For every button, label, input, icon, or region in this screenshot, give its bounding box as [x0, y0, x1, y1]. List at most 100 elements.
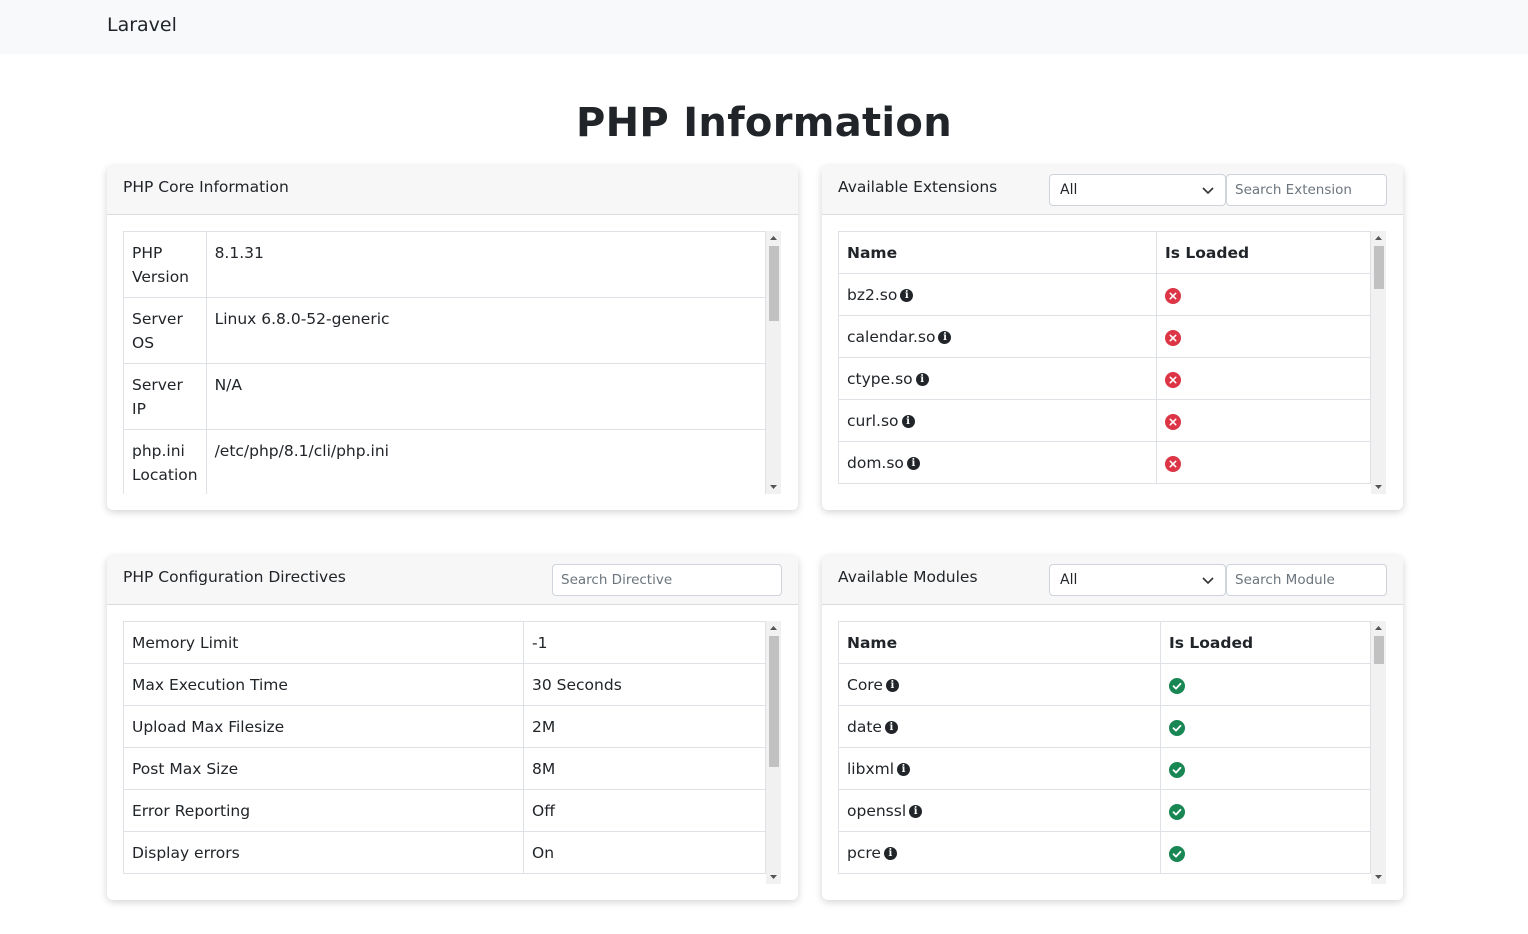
select-value: All [1060, 572, 1078, 588]
name-cell: Core i [838, 663, 1161, 706]
check-circle-icon [1169, 803, 1185, 820]
check-circle-icon [1169, 719, 1185, 736]
table-row: dom.so i [838, 441, 1371, 484]
column-header-loaded: Is Loaded [1160, 621, 1371, 664]
name-cell: libxml i [838, 747, 1161, 790]
scroll-down-icon[interactable] [1371, 480, 1386, 494]
scroll-down-icon[interactable] [766, 870, 781, 884]
card-title: PHP Core Information [123, 178, 289, 196]
row-label: Max Execution Time [123, 663, 524, 706]
extensions-table-scroll[interactable]: Name Is Loaded bz2.so i calendar.so i ctype.… [838, 231, 1371, 494]
extensions-table: Name Is Loaded bz2.so i calendar.so i ctype.… [838, 231, 1371, 484]
table-row: pcre i [838, 831, 1371, 874]
core-table-scroll[interactable]: PHP Version 8.1.31 Server OS Linux 6.8.0-52… [123, 231, 766, 494]
item-name: openssl [847, 802, 907, 820]
scroll-thumb[interactable] [1374, 636, 1384, 664]
row-label: Upload Max Filesize [123, 705, 524, 748]
x-circle-icon [1165, 287, 1181, 304]
table-row: curl.so i [838, 399, 1371, 442]
item-name: bz2.so [847, 286, 898, 304]
directives-table-scroll[interactable]: Memory Limit -1 Max Execution Time 30 Secon… [123, 621, 766, 884]
row-value: Linux 6.8.0-52-generic [205, 297, 766, 364]
table-row: libxml i [838, 747, 1371, 790]
item-name: dom.so [847, 454, 904, 472]
row-value: -1 [523, 621, 766, 664]
scroll-up-icon[interactable] [766, 231, 781, 245]
info-icon[interactable]: i [884, 721, 898, 734]
scroll-down-icon[interactable] [766, 480, 781, 494]
chevron-down-icon [1202, 577, 1214, 585]
info-icon[interactable]: i [900, 289, 914, 302]
table-row: Server IP N/A [123, 363, 766, 430]
modules-table-scroll[interactable]: Name Is Loaded Core i date i libxml i openssl i… [838, 621, 1371, 884]
scroll-up-icon[interactable] [766, 621, 781, 635]
info-icon[interactable]: i [915, 373, 929, 386]
table-row: calendar.so i [838, 315, 1371, 358]
extension-search-input[interactable] [1226, 174, 1387, 206]
scrollbar[interactable] [1371, 621, 1386, 884]
x-circle-icon [1165, 455, 1181, 472]
scrollbar[interactable] [1371, 231, 1386, 494]
status-cell [1160, 747, 1371, 790]
info-icon[interactable]: i [885, 679, 899, 692]
name-cell: curl.so i [838, 399, 1157, 442]
row-value: 8M [523, 747, 766, 790]
info-icon[interactable]: i [901, 415, 915, 428]
scroll-thumb[interactable] [1374, 246, 1384, 289]
extension-filter-select[interactable]: All [1049, 174, 1226, 206]
table-row: Upload Max Filesize 2M [123, 705, 766, 748]
status-cell [1156, 399, 1371, 442]
card-header: PHP Configuration Directives [107, 556, 798, 605]
item-name: pcre [847, 844, 881, 862]
info-icon[interactable]: i [938, 331, 952, 344]
extensions-card: Available Extensions All Name Is Loaded … [822, 166, 1403, 510]
module-filter-select[interactable]: All [1049, 564, 1226, 596]
scroll-down-icon[interactable] [1371, 870, 1386, 884]
module-search-input[interactable] [1226, 564, 1387, 596]
scroll-thumb[interactable] [769, 246, 779, 321]
status-cell [1156, 441, 1371, 484]
scroll-up-icon[interactable] [1371, 231, 1386, 245]
card-title: Available Extensions [838, 178, 998, 196]
name-cell: calendar.so i [838, 315, 1157, 358]
row-label: Error Reporting [123, 789, 524, 832]
info-icon[interactable]: i [883, 847, 897, 860]
scroll-thumb[interactable] [769, 636, 779, 767]
navbar: Laravel [0, 0, 1528, 54]
row-label: PHP Version [123, 231, 207, 298]
name-cell: pcre i [838, 831, 1161, 874]
check-circle-icon [1169, 845, 1185, 862]
modules-table: Name Is Loaded Core i date i libxml i openssl i… [838, 621, 1371, 874]
core-table: PHP Version 8.1.31 Server OS Linux 6.8.0-52… [123, 231, 766, 494]
column-header-loaded: Is Loaded [1156, 231, 1371, 274]
row-label: php.ini Location [123, 429, 207, 494]
chevron-down-icon [1202, 187, 1214, 195]
item-name: libxml [847, 760, 895, 778]
card-header: Available Extensions All [822, 166, 1403, 215]
x-circle-icon [1165, 413, 1181, 430]
directive-search-input[interactable] [552, 564, 782, 596]
scroll-up-icon[interactable] [1371, 621, 1386, 635]
table-row: openssl i [838, 789, 1371, 832]
item-name: date [847, 718, 882, 736]
core-info-card: PHP Core Information PHP Version 8.1.31 Se… [107, 166, 798, 510]
table-row: PHP Version 8.1.31 [123, 231, 766, 298]
name-cell: date i [838, 705, 1161, 748]
row-value: N/A [205, 363, 766, 430]
card-header: PHP Core Information [107, 166, 798, 215]
row-label: Server IP [123, 363, 207, 430]
table-row: bz2.so i [838, 273, 1371, 316]
name-cell: bz2.so i [838, 273, 1157, 316]
directives-card: PHP Configuration Directives Memory Limi… [107, 556, 798, 900]
name-cell: ctype.so i [838, 357, 1157, 400]
info-icon[interactable]: i [909, 805, 923, 818]
name-cell: dom.so i [838, 441, 1157, 484]
info-icon[interactable]: i [906, 457, 920, 470]
row-label: Memory Limit [123, 621, 524, 664]
scrollbar[interactable] [766, 231, 781, 494]
status-cell [1156, 273, 1371, 316]
brand-link[interactable]: Laravel [107, 14, 177, 36]
info-icon[interactable]: i [897, 763, 911, 776]
scrollbar[interactable] [766, 621, 781, 884]
row-value: 30 Seconds [523, 663, 766, 706]
